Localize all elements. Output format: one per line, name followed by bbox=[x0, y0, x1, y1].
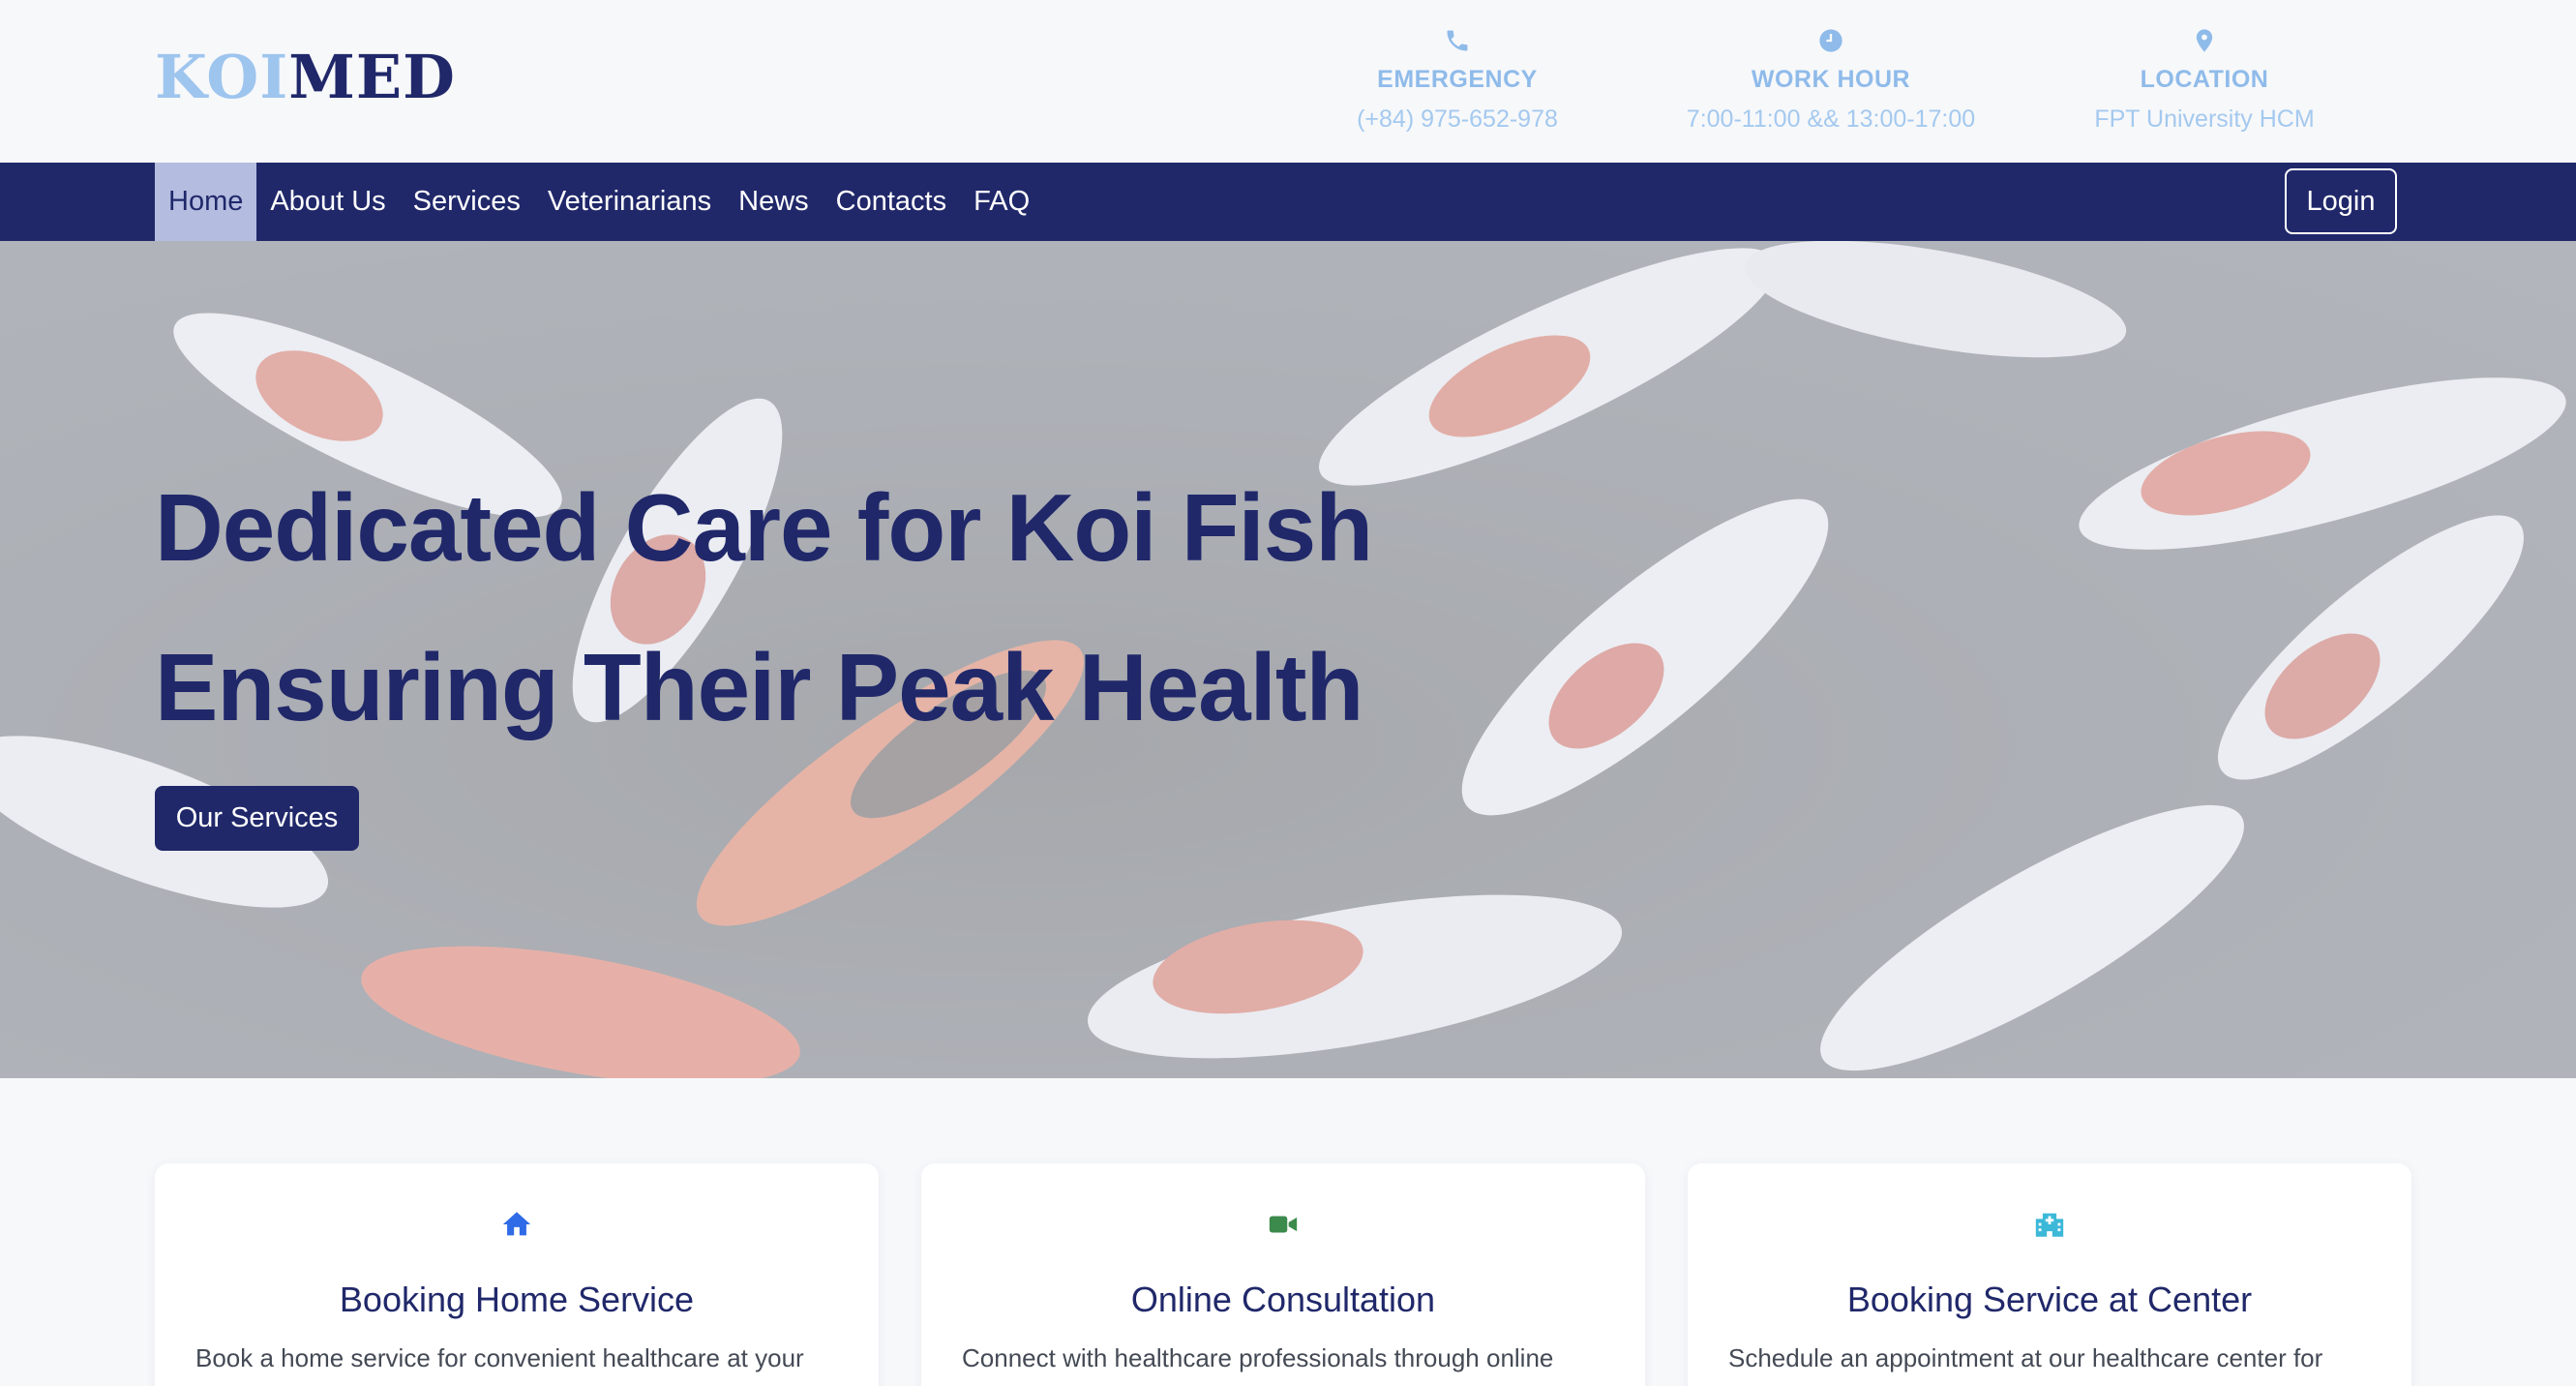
nav-item-news[interactable]: News bbox=[725, 163, 823, 241]
home-icon bbox=[155, 1208, 879, 1241]
service-card-center[interactable]: Booking Service at Center Schedule an ap… bbox=[1688, 1163, 2411, 1386]
nav-item-contacts[interactable]: Contacts bbox=[823, 163, 960, 241]
hospital-icon bbox=[1688, 1208, 2411, 1241]
service-card-online[interactable]: Online Consultation Connect with healthc… bbox=[921, 1163, 1645, 1386]
emergency-label: EMERGENCY bbox=[1377, 66, 1538, 93]
card-title: Booking Home Service bbox=[339, 1280, 695, 1319]
our-services-button[interactable]: Our Services bbox=[155, 786, 359, 851]
brand-logo-part2: MED bbox=[288, 42, 456, 112]
work-hour-info: WORK HOUR 7:00-11:00 && 13:00-17:00 bbox=[1637, 25, 2024, 134]
login-button[interactable]: Login bbox=[2285, 168, 2397, 234]
video-camera-icon bbox=[921, 1208, 1645, 1241]
nav-item-home[interactable]: Home bbox=[155, 163, 257, 241]
brand-logo[interactable]: KOIMED bbox=[155, 43, 456, 112]
nav-item-faq[interactable]: FAQ bbox=[960, 163, 1043, 241]
emergency-info: EMERGENCY (+84) 975-652-978 bbox=[1264, 25, 1651, 134]
card-title: Booking Service at Center bbox=[1846, 1280, 2253, 1319]
card-description: Schedule an appointment at our healthcar… bbox=[1728, 1343, 2323, 1372]
top-header: KOIMED EMERGENCY (+84) 975-652-978 WORK … bbox=[0, 0, 2576, 163]
location-pin-icon bbox=[2011, 25, 2398, 56]
nav-item-veterinarians[interactable]: Veterinarians bbox=[534, 163, 725, 241]
location-info: LOCATION FPT University HCM bbox=[2011, 25, 2398, 134]
clock-icon bbox=[1637, 25, 2024, 56]
work-hour-value: 7:00-11:00 && 13:00-17:00 bbox=[1686, 105, 1976, 133]
card-description: Book a home service for convenient healt… bbox=[195, 1343, 804, 1372]
emergency-phone[interactable]: (+84) 975-652-978 bbox=[1264, 105, 1651, 134]
main-navbar: Home About Us Services Veterinarians New… bbox=[0, 163, 2576, 241]
hero-heading-line2: Ensuring Their Peak Health bbox=[155, 634, 1363, 740]
nav-item-about-us[interactable]: About Us bbox=[256, 163, 399, 241]
brand-logo-part1: KOI bbox=[155, 42, 289, 112]
location-label: LOCATION bbox=[2140, 66, 2269, 93]
hero-banner: Dedicated Care for Koi Fish Ensuring The… bbox=[0, 241, 2576, 1078]
service-card-home[interactable]: Booking Home Service Book a home service… bbox=[155, 1163, 879, 1386]
work-hour-label: WORK HOUR bbox=[1751, 66, 1911, 93]
nav-menu: Home About Us Services Veterinarians New… bbox=[155, 163, 1043, 241]
card-description: Connect with healthcare professionals th… bbox=[962, 1343, 1554, 1372]
hero-heading-line1: Dedicated Care for Koi Fish bbox=[155, 474, 1373, 581]
phone-icon bbox=[1264, 25, 1651, 56]
nav-item-services[interactable]: Services bbox=[400, 163, 534, 241]
location-value: FPT University HCM bbox=[2094, 105, 2315, 133]
card-title: Online Consultation bbox=[1130, 1280, 1436, 1319]
